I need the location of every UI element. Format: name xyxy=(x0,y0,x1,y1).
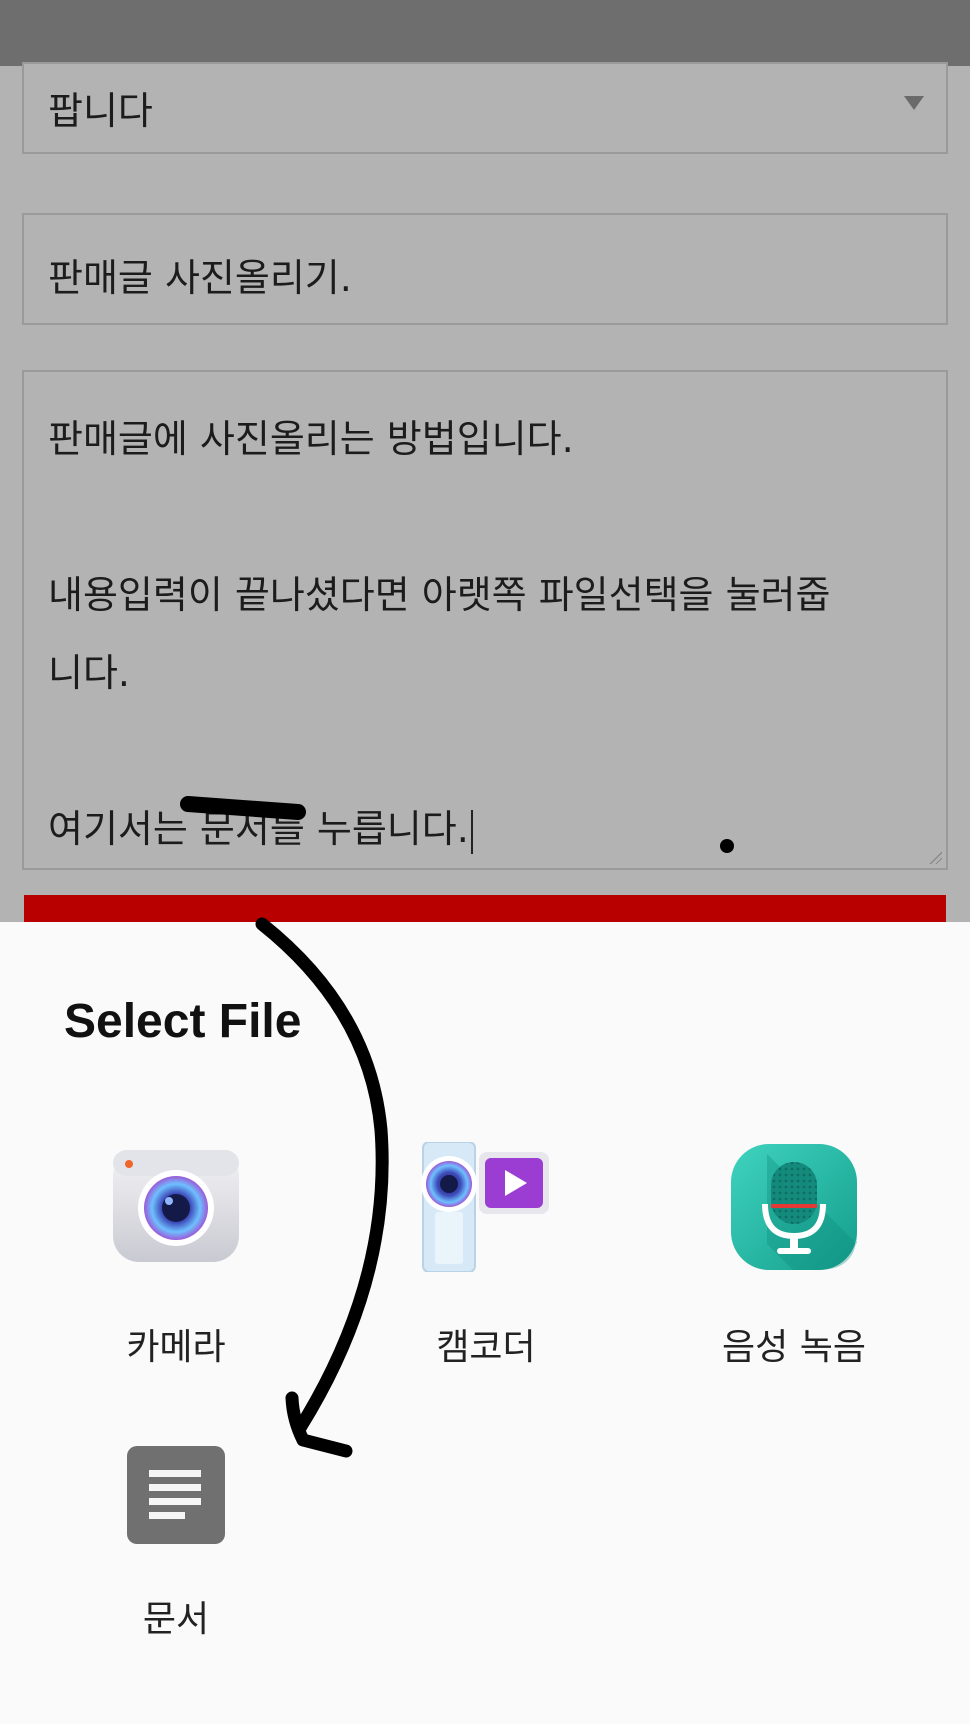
camcorder-icon xyxy=(421,1142,549,1272)
app-voice-recorder[interactable]: 음성 녹음 xyxy=(674,1142,914,1372)
category-select[interactable]: 팝니다 xyxy=(22,62,948,154)
title-input[interactable]: 판매글 사진올리기. xyxy=(22,213,948,325)
select-file-sheet: Select File 카메라 캠코더 음성 녹음 문서 xyxy=(0,922,970,1724)
camera-icon xyxy=(113,1150,239,1262)
app-label: 카메라 xyxy=(126,1327,226,1368)
voice-recorder-icon xyxy=(731,1144,857,1270)
category-select-value: 팝니다 xyxy=(48,89,153,133)
app-label: 캠코더 xyxy=(436,1327,536,1368)
content-textarea-value: 판매글에 사진올리는 방법입니다. 내용입력이 끝나셨다면 아랫쪽 파일선택을 … xyxy=(48,417,831,851)
status-bar xyxy=(0,0,970,66)
app-label: 문서 xyxy=(142,1599,210,1640)
file-select-button[interactable] xyxy=(24,895,946,925)
document-icon xyxy=(127,1446,225,1544)
content-textarea[interactable]: 판매글에 사진올리는 방법입니다. 내용입력이 끝나셨다면 아랫쪽 파일선택을 … xyxy=(22,370,948,870)
app-camera[interactable]: 카메라 xyxy=(56,1142,296,1372)
dropdown-arrow-icon xyxy=(904,96,924,110)
sheet-title: Select File xyxy=(64,995,302,1048)
title-input-value: 판매글 사진올리기. xyxy=(48,256,352,300)
resize-grip-icon[interactable] xyxy=(928,850,942,864)
app-camcorder[interactable]: 캠코더 xyxy=(366,1142,606,1372)
app-document[interactable]: 문서 xyxy=(56,1446,296,1676)
post-form: 팝니다 판매글 사진올리기. 판매글에 사진올리는 방법입니다. 내용입력이 끝… xyxy=(0,62,970,925)
text-cursor xyxy=(470,809,473,854)
app-label: 음성 녹음 xyxy=(722,1327,866,1368)
